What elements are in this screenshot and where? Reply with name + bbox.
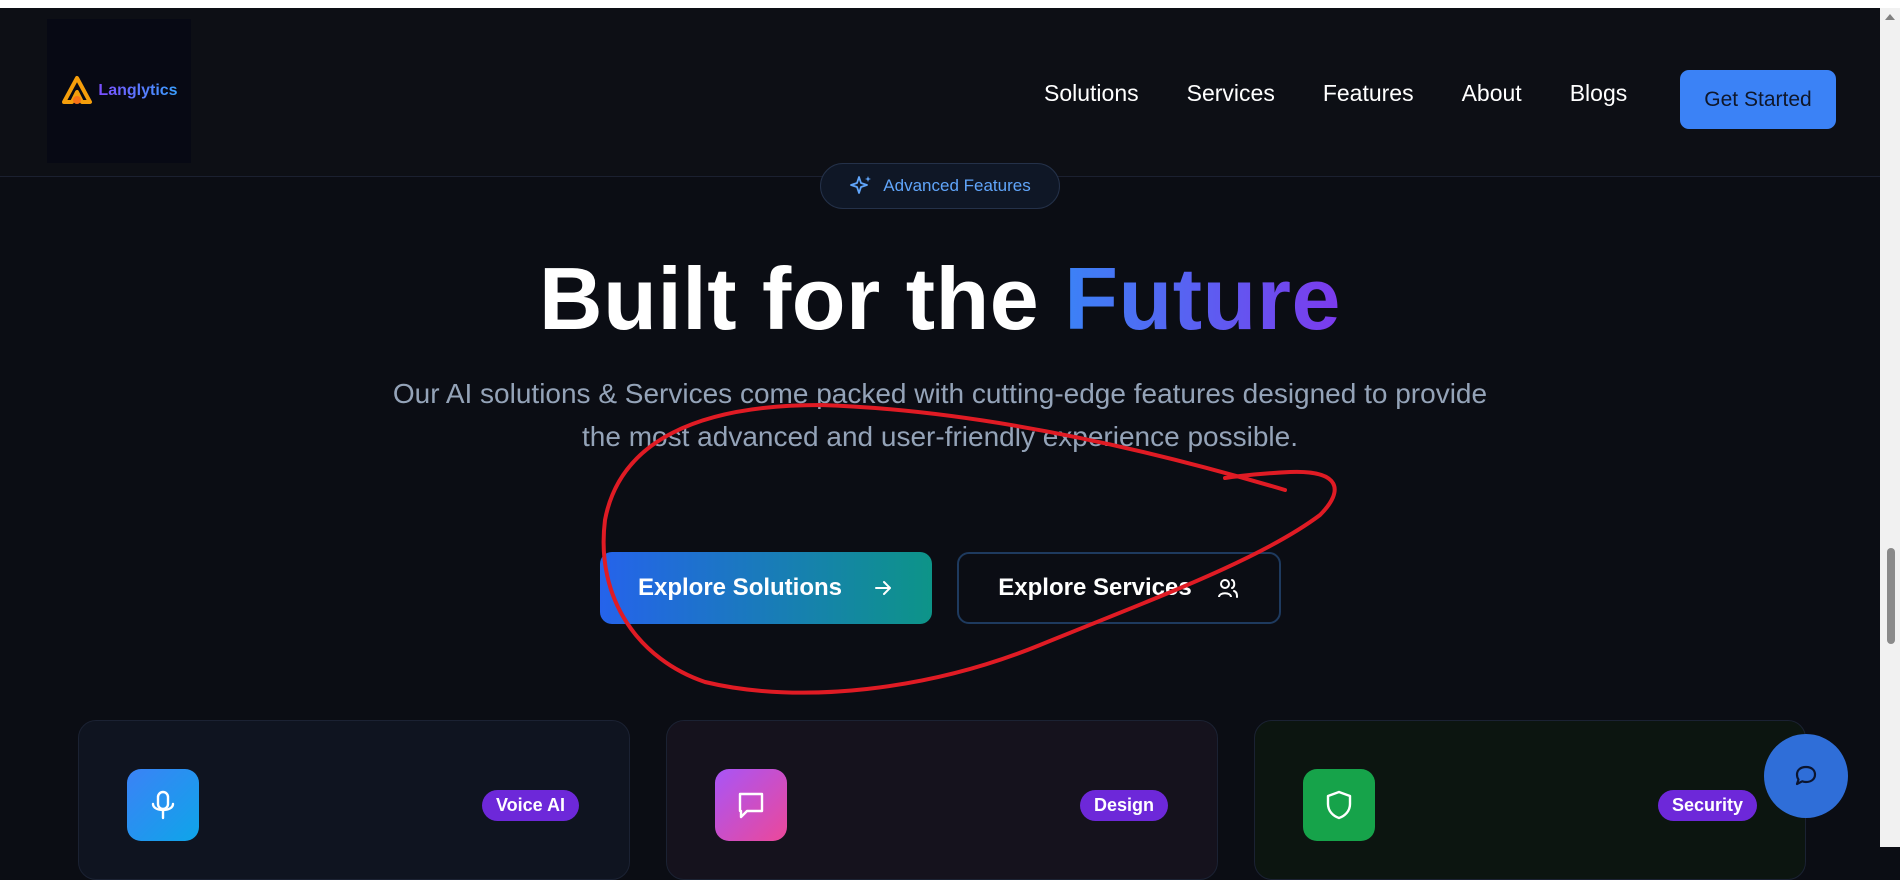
users-icon [1217, 579, 1238, 598]
microphone-icon [151, 790, 175, 820]
scrollbar-thumb[interactable] [1887, 548, 1895, 644]
chat-icon [1795, 765, 1817, 786]
nav-link-solutions[interactable]: Solutions [1044, 80, 1139, 107]
card-icon-tile [127, 769, 199, 841]
shield-icon [1326, 790, 1352, 820]
design-badge: Design [1080, 790, 1169, 821]
logo[interactable]: Langlytics [47, 19, 191, 163]
hero-subtitle: Our AI solutions & Services come packed … [392, 378, 1488, 452]
chat-bubble-icon [738, 792, 764, 819]
explore-solutions-button[interactable]: Explore Solutions [600, 552, 932, 624]
get-started-button[interactable]: Get Started [1680, 70, 1836, 129]
arrow-right-icon [875, 581, 892, 595]
nav-link-blogs[interactable]: Blogs [1570, 80, 1628, 107]
explore-services-button[interactable]: Explore Services [957, 552, 1281, 624]
card-icon-tile [715, 769, 787, 841]
nav-link-about[interactable]: About [1462, 80, 1522, 107]
page-title: Built for the Future [0, 248, 1880, 350]
nav-links: Solutions Services Features About Blogs [1044, 80, 1627, 107]
nav-link-features[interactable]: Features [1323, 80, 1414, 107]
voice-ai-badge: Voice AI [482, 790, 580, 821]
headline-accent: Future [1064, 249, 1341, 348]
headline-main: Built for the [539, 249, 1040, 348]
feature-card-design[interactable]: Design [666, 720, 1218, 880]
nav-link-services[interactable]: Services [1187, 80, 1275, 107]
navbar: Langlytics Solutions Services Features A… [0, 8, 1880, 177]
brand-name: Langlytics [98, 82, 178, 99]
logo-mark-icon [62, 76, 93, 104]
feature-card-voice-ai[interactable]: Voice AI [78, 720, 630, 880]
chat-button[interactable] [1764, 734, 1848, 818]
browser-top-edge [0, 0, 1900, 8]
feature-card-security[interactable]: Security [1254, 720, 1806, 880]
explore-solutions-label: Explore Solutions [637, 574, 843, 601]
security-badge: Security [1658, 790, 1758, 821]
pill-label: Advanced Features [883, 176, 1031, 195]
scroll-up-arrow-icon[interactable] [1885, 14, 1895, 20]
explore-services-label: Explore Services [998, 574, 1192, 601]
sparkle-icon [850, 176, 872, 194]
card-icon-tile [1303, 769, 1375, 841]
advanced-features-pill: Advanced Features [820, 163, 1060, 209]
scrollbar[interactable] [1880, 8, 1900, 847]
